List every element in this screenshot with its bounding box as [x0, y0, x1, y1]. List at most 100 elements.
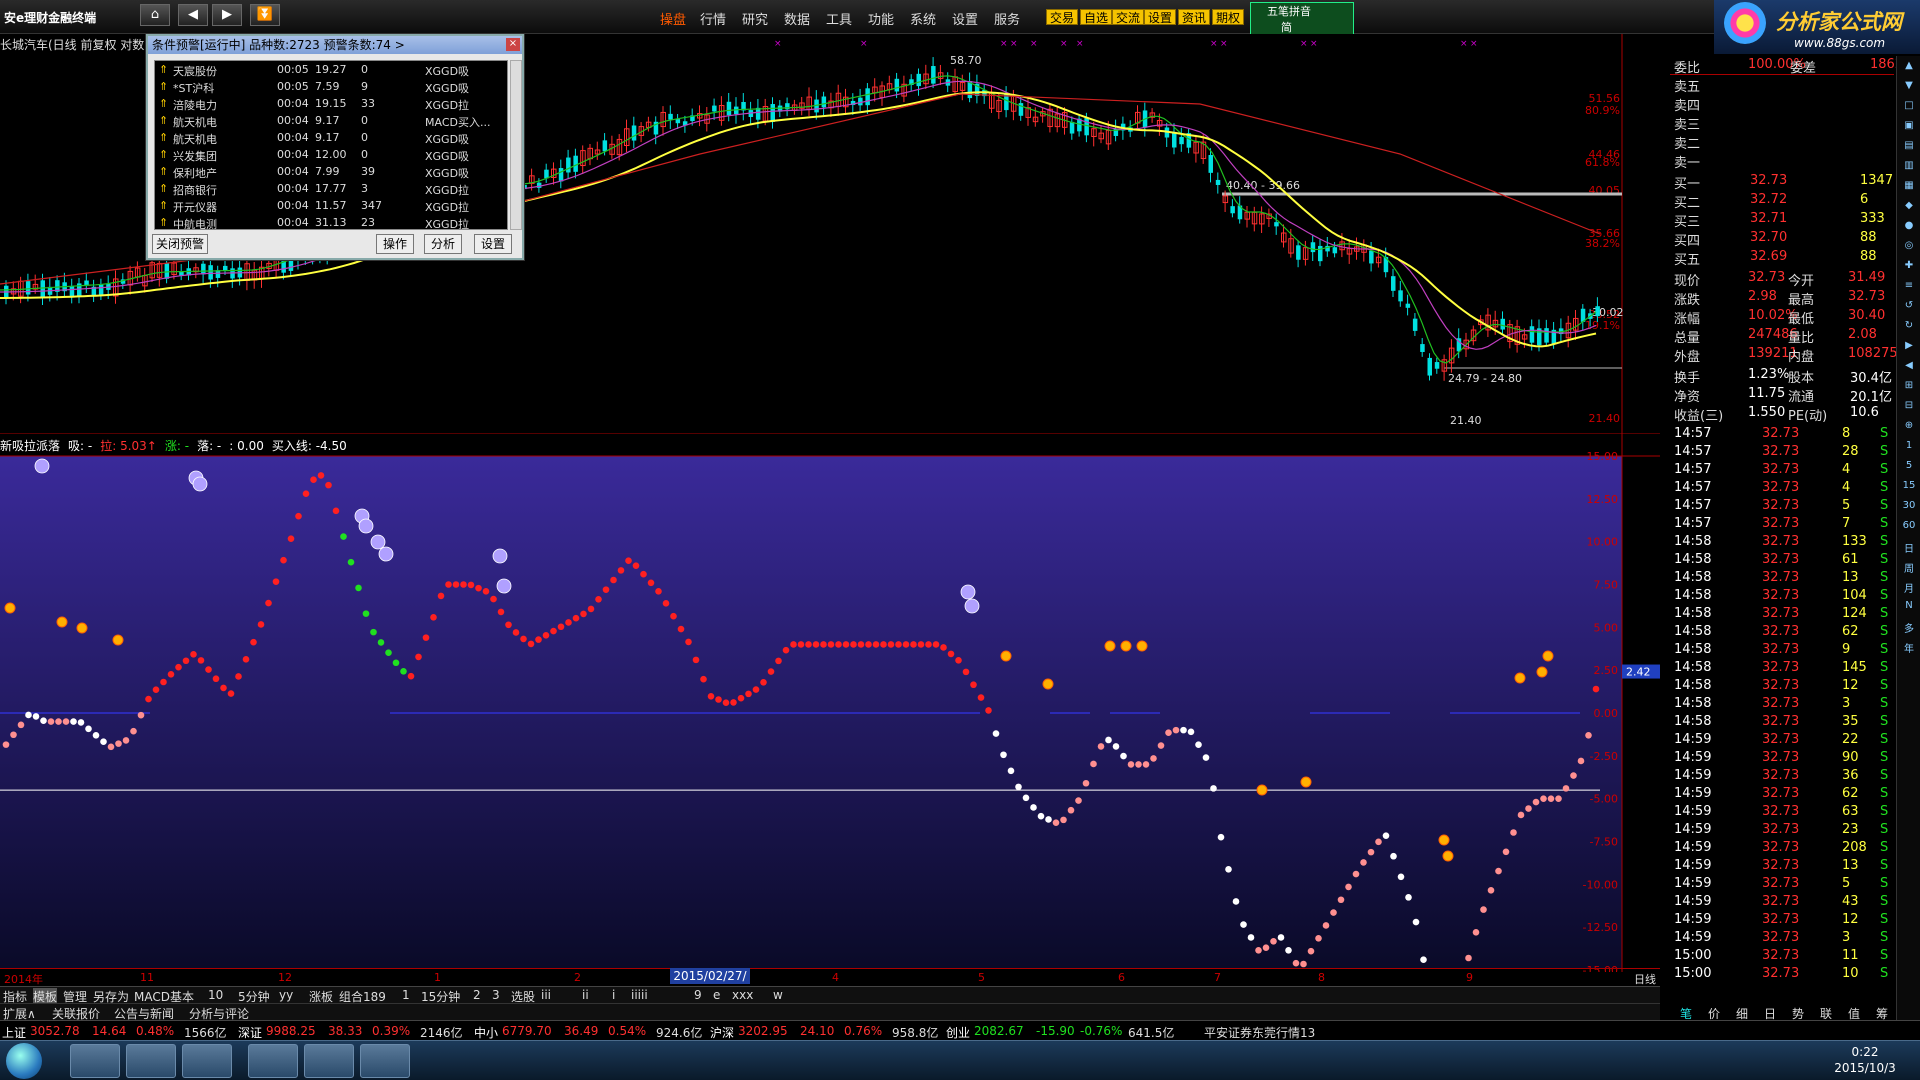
indicator-tab-15[interactable]: iii: [541, 988, 551, 1002]
home-icon[interactable]: ⌂: [140, 4, 170, 26]
menu-item-5[interactable]: 功能: [868, 9, 894, 28]
ticker-index-name[interactable]: 创业: [946, 1024, 970, 1041]
paint-icon[interactable]: [360, 1044, 410, 1078]
toolbar-icon-7[interactable]: ◆: [1900, 200, 1918, 215]
back-icon[interactable]: ◀: [178, 4, 208, 26]
menu-item-7[interactable]: 设置: [952, 9, 978, 28]
toolbar-icon-28[interactable]: 多: [1900, 620, 1918, 635]
browser-icon[interactable]: [126, 1044, 176, 1078]
indicator-tab-12[interactable]: 2: [473, 988, 481, 1002]
alert-row[interactable]: ⇑ 保利地产 00:04 7.99 39 XGGD吸: [155, 163, 507, 180]
indicator-tab-19[interactable]: 9: [694, 988, 702, 1002]
toolbar-icon-5[interactable]: ▥: [1900, 160, 1918, 175]
toolbar-icon-15[interactable]: ◀: [1900, 360, 1918, 375]
toolbar-icon-13[interactable]: ↻: [1900, 320, 1918, 335]
quick-button-5[interactable]: 期权: [1212, 9, 1245, 25]
alert-title-bar[interactable]: 条件预警[运行中] 品种数:2723 预警条数:74 > ×: [148, 36, 522, 54]
toolbar-icon-9[interactable]: ◎: [1900, 240, 1918, 255]
toolbar-icon-26[interactable]: 月: [1900, 580, 1918, 595]
toolbar-icon-19[interactable]: 1: [1900, 440, 1918, 455]
indicator-tab-22[interactable]: w: [773, 988, 783, 1002]
start-button-icon[interactable]: [6, 1043, 42, 1079]
alert-row[interactable]: ⇑ 招商银行 00:04 17.77 3 XGGD拉: [155, 180, 507, 197]
alert-row[interactable]: ⇑ 中航电测 00:04 31.13 23 XGGD拉: [155, 214, 507, 229]
ime-toolbar[interactable]: 五笔拼音 简: [1250, 2, 1354, 37]
menu-item-8[interactable]: 服务: [994, 9, 1020, 28]
menu-item-3[interactable]: 数据: [784, 9, 810, 28]
ticker-index-name[interactable]: 沪深: [710, 1024, 734, 1041]
toolbar-icon-17[interactable]: ⊟: [1900, 400, 1918, 415]
alert-row[interactable]: ⇑ 涪陵电力 00:04 19.15 33 XGGD拉: [155, 95, 507, 112]
indicator-tab-10[interactable]: 1: [402, 988, 410, 1002]
alert-window[interactable]: 条件预警[运行中] 品种数:2723 预警条数:74 > × ⇑ 天宸股份 00:0…: [146, 34, 524, 260]
quick-button-3[interactable]: 设置: [1144, 9, 1177, 25]
toolbar-icon-11[interactable]: ≡: [1900, 280, 1918, 295]
alert-row[interactable]: ⇑ 天宸股份 00:05 19.27 0 XGGD吸: [155, 61, 507, 78]
toolbar-icon-22[interactable]: 30: [1900, 500, 1918, 515]
toolbar-icon-8[interactable]: ●: [1900, 220, 1918, 235]
toolbar-icon-3[interactable]: ▣: [1900, 120, 1918, 135]
analyze-button[interactable]: 分析: [424, 234, 462, 254]
menu-item-2[interactable]: 研究: [742, 9, 768, 28]
indicator-tab-16[interactable]: ii: [582, 988, 589, 1002]
toolbar-icon-2[interactable]: □: [1900, 100, 1918, 115]
quick-button-0[interactable]: 交易: [1046, 9, 1079, 25]
indicator-tab-20[interactable]: e: [713, 988, 720, 1002]
quick-button-1[interactable]: 自选: [1080, 9, 1113, 25]
operate-button[interactable]: 操作: [376, 234, 414, 254]
toolbar-icon-4[interactable]: ▤: [1900, 140, 1918, 155]
menu-item-1[interactable]: 行情: [700, 9, 726, 28]
indicator-tab-21[interactable]: xxx: [732, 988, 753, 1002]
toolbar-icon-0[interactable]: ▲: [1900, 60, 1918, 75]
quote-cell: 卖三: [1674, 118, 1701, 133]
close-icon[interactable]: ×: [506, 38, 520, 51]
period-label[interactable]: 日线: [1634, 971, 1656, 987]
toolbar-icon-12[interactable]: ↺: [1900, 300, 1918, 315]
indicator-tab-5[interactable]: 10: [208, 988, 223, 1002]
toolbar-icon-10[interactable]: ✚: [1900, 260, 1918, 275]
indicator-tab-17[interactable]: i: [612, 988, 615, 1002]
forward-icon[interactable]: ▶: [212, 4, 242, 26]
ie-icon[interactable]: [248, 1044, 298, 1078]
indicator-tab-7[interactable]: yy: [279, 988, 293, 1002]
ticker-index-name[interactable]: 深证: [238, 1024, 262, 1041]
alert-row[interactable]: ⇑ 航天机电 00:04 9.17 0 MACD买入...: [155, 112, 507, 129]
alert-row[interactable]: ⇑ *ST沪科 00:05 7.59 9 XGGD吸: [155, 78, 507, 95]
down-icon[interactable]: ⏬: [250, 4, 280, 26]
quick-button-4[interactable]: 资讯: [1178, 9, 1211, 25]
ticker-index-name[interactable]: 上证: [2, 1024, 26, 1041]
toolbar-icon-6[interactable]: ▦: [1900, 180, 1918, 195]
alert-list[interactable]: ⇑ 天宸股份 00:05 19.27 0 XGGD吸 ⇑ *ST沪科 00:05 7.59 9 XGG…: [154, 60, 508, 230]
photo-icon[interactable]: [304, 1044, 354, 1078]
toolbar-icon-14[interactable]: ▶: [1900, 340, 1918, 355]
ticker-index-name[interactable]: 中小: [474, 1024, 498, 1041]
quick-button-2[interactable]: 交流: [1112, 9, 1145, 25]
toolbar-icon-20[interactable]: 5: [1900, 460, 1918, 475]
indicator-chart[interactable]: 15.00 12.50 10.00 7.50 5.00 2.50 0.00 -2.50 -5.0…: [0, 434, 1660, 972]
indicator-dot: [122, 737, 130, 744]
toolbar-icon-27[interactable]: N: [1900, 600, 1918, 615]
system-clock[interactable]: 0:22 2015/10/3: [1830, 1044, 1900, 1076]
toolbar-icon-24[interactable]: 日: [1900, 540, 1918, 555]
toolbar-icon-29[interactable]: 年: [1900, 640, 1918, 655]
alert-scrollbar[interactable]: [510, 60, 522, 230]
toolbar-icon-18[interactable]: ⊕: [1900, 420, 1918, 435]
toolbar-icon-23[interactable]: 60: [1900, 520, 1918, 535]
toolbar-icon-21[interactable]: 15: [1900, 480, 1918, 495]
menu-item-0[interactable]: 操盘: [660, 9, 686, 28]
toolbar-icon-1[interactable]: ▼: [1900, 80, 1918, 95]
alert-row[interactable]: ⇑ 航天机电 00:04 9.17 0 XGGD吸: [155, 129, 507, 146]
toolbar-icon-25[interactable]: 周: [1900, 560, 1918, 575]
indicator-tab-13[interactable]: 3: [492, 988, 500, 1002]
toolbar-icon-16[interactable]: ⊞: [1900, 380, 1918, 395]
menu-item-4[interactable]: 工具: [826, 9, 852, 28]
document-icon[interactable]: [182, 1044, 232, 1078]
indicator-dot: [827, 641, 835, 648]
explorer-icon[interactable]: [70, 1044, 120, 1078]
alert-row[interactable]: ⇑ 兴发集团 00:04 12.00 0 XGGD吸: [155, 146, 507, 163]
alert-row[interactable]: ⇑ 开元仪器 00:04 11.57 347 XGGD拉: [155, 197, 507, 214]
menu-item-6[interactable]: 系统: [910, 9, 936, 28]
indicator-tab-18[interactable]: iiiii: [631, 988, 648, 1002]
close-alert-button[interactable]: 关闭预警: [152, 234, 208, 254]
settings-button[interactable]: 设置: [474, 234, 512, 254]
